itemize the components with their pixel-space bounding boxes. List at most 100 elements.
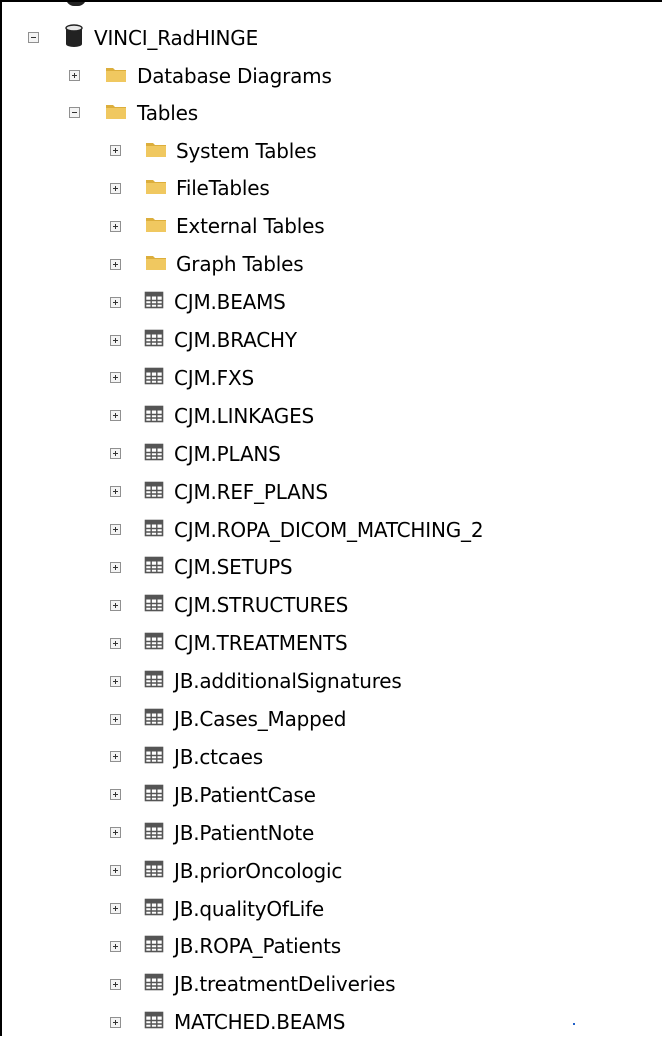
tree-node-label: CJM.TREATMENTS [174,631,348,656]
tree-node-label: CJM.BEAMS [174,290,286,315]
tree-node-table[interactable]: JB.qualityOfLife [110,890,324,927]
tree-node-table[interactable]: CJM.SETUPS [110,549,293,586]
tree-node-label: CJM.SETUPS [174,555,293,580]
expand-toggle[interactable] [110,789,121,801]
table-icon [144,860,164,882]
tree-node-label: JB.treatmentDeliveries [174,972,396,997]
expand-toggle[interactable] [110,448,121,460]
expand-toggle[interactable] [110,182,121,194]
tree-node-table[interactable]: CJM.TREATMENTS [110,625,348,662]
expand-toggle[interactable] [69,70,80,81]
table-icon [144,594,164,616]
collapse-toggle[interactable] [28,32,39,43]
tree-node-folder[interactable]: Graph Tables [110,246,304,283]
expand-toggle[interactable] [110,296,121,308]
table-icon [144,443,164,465]
tree-node-table[interactable]: CJM.BEAMS [110,284,286,321]
tree-node-label: CJM.FXS [174,365,254,390]
tree-node-label: CJM.PLANS [174,441,281,466]
tree-node-folder[interactable]: System Tables [110,132,317,169]
expand-toggle[interactable] [110,524,121,535]
stray-pixel [573,1023,575,1025]
expand-toggle[interactable] [110,827,121,839]
table-icon [144,519,164,541]
table-icon [144,556,164,578]
table-icon [144,405,164,427]
tree-node-label: JB.Cases_Mapped [174,707,347,731]
table-icon [144,632,164,654]
folder-icon [145,253,167,275]
expand-toggle[interactable] [110,978,121,990]
tree-node-folder-tables[interactable]: Tables [69,94,198,131]
tree-node-table[interactable]: JB.ctcaes [110,738,263,775]
expand-toggle[interactable] [110,334,121,346]
expand-toggle[interactable] [110,599,121,611]
tree-node-table[interactable]: JB.PatientNote [110,814,314,851]
expand-toggle[interactable] [110,675,121,687]
tree-node-label: FileTables [176,176,270,201]
expand-toggle[interactable] [110,751,121,763]
table-icon [144,367,164,389]
folder-icon [105,65,127,87]
tree-node-folder[interactable]: External Tables [110,208,325,245]
tree-node-table[interactable]: CJM.FXS [110,359,254,396]
expand-toggle[interactable] [110,637,121,649]
folder-icon [145,140,167,162]
expand-toggle[interactable] [110,713,121,725]
tree-node-label: CJM.REF_PLANS [174,479,328,504]
expand-toggle[interactable] [110,561,121,573]
tree-node-label: CJM.STRUCTURES [174,593,349,618]
expand-toggle[interactable] [110,145,121,156]
folder-icon [145,177,167,199]
expand-toggle[interactable] [110,410,121,422]
tree-node-table[interactable]: JB.additionalSignatures [110,663,402,700]
tree-node-table[interactable]: CJM.BRACHY [110,322,297,359]
table-icon [144,481,164,503]
expand-toggle[interactable] [110,220,121,232]
table-icon [144,935,164,957]
tree-node-label: JB.PatientNote [174,820,315,845]
tree-node-table[interactable]: JB.treatmentDeliveries [110,966,396,1003]
tree-node-label: CJM.BRACHY [174,328,297,352]
tree-node-label: CJM.LINKAGES [174,403,315,428]
tree-node-table[interactable]: JB.priorOncologic [110,852,342,889]
tree-node-folder-database-diagrams[interactable]: Database Diagrams [69,57,332,94]
tree-node-table[interactable]: CJM.STRUCTURES [110,587,348,624]
tree-node-table[interactable]: CJM.REF_PLANS [110,473,328,510]
tree-node-label: VINCI_RadHINGE [94,25,259,50]
tree-node-label: Graph Tables [176,252,304,277]
tree-node-label: MATCHED.BEAMS [174,1010,346,1035]
tree-node-database[interactable]: VINCI_RadHINGE [28,19,258,56]
table-icon [144,329,164,351]
table-icon [144,746,164,768]
expand-toggle[interactable] [110,372,121,384]
table-icon [144,670,164,692]
tree-node-label: JB.qualityOfLife [174,896,325,921]
tree-node-table[interactable]: JB.Cases_Mapped [110,701,346,738]
tree-node-label: JB.additionalSignatures [174,669,402,694]
tree-node-table[interactable]: CJM.LINKAGES [110,397,314,434]
tree-node-label: JB.PatientCase [174,782,316,807]
expand-toggle[interactable] [110,865,121,877]
tree-node-table[interactable]: CJM.ROPA_DICOM_MATCHING_2 [110,511,484,548]
tree-node-folder[interactable]: FileTables [110,170,270,207]
table-icon [144,708,164,730]
expand-toggle[interactable] [110,903,121,914]
collapse-toggle[interactable] [69,107,80,118]
tree-node-label: JB.ROPA_Patients [174,934,341,959]
folder-icon [145,215,167,237]
tree-node-table[interactable]: MATCHED.BEAMS [110,1004,345,1036]
tree-node-label: CJM.ROPA_DICOM_MATCHING_2 [174,517,484,542]
table-icon [144,898,164,920]
expand-toggle[interactable] [110,940,121,952]
tree-node-table[interactable]: JB.PatientCase [110,776,316,813]
table-icon [144,291,164,313]
tree-node-label: JB.priorOncologic [174,858,343,883]
tree-node-table[interactable]: JB.ROPA_Patients [110,928,341,965]
expand-toggle[interactable] [110,258,121,270]
expand-toggle[interactable] [110,1016,121,1028]
tree-node-label: System Tables [176,138,317,163]
table-icon [144,973,164,995]
tree-node-table[interactable]: CJM.PLANS [110,435,281,472]
expand-toggle[interactable] [110,486,121,498]
